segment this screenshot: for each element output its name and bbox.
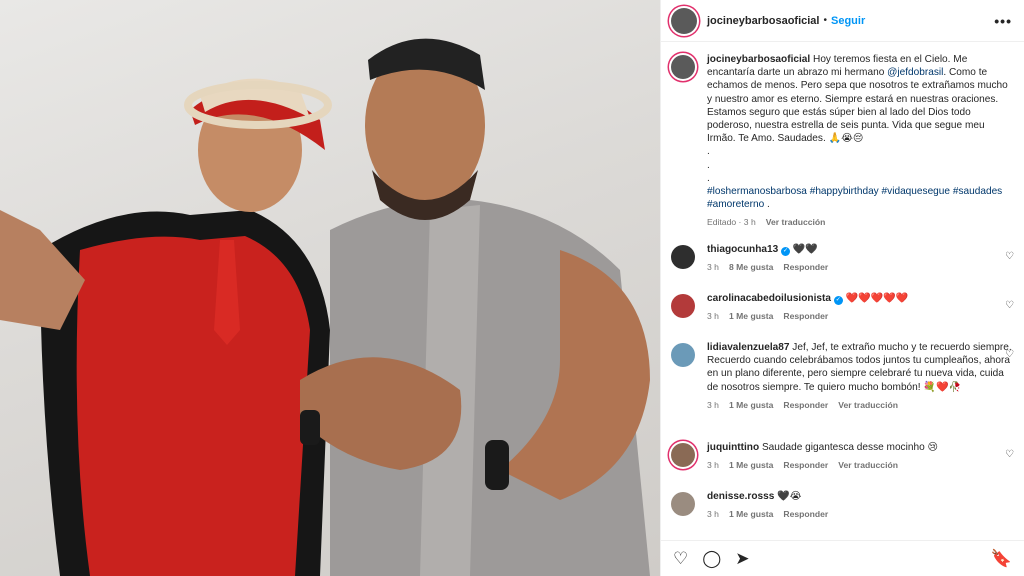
- translate-link[interactable]: Ver traducción: [766, 216, 826, 229]
- commenter-username[interactable]: carolinacabedoilusionista: [707, 293, 831, 304]
- share-icon[interactable]: ➤: [735, 549, 749, 569]
- edited-time: Editado · 3 h: [707, 217, 756, 228]
- commenter-avatar[interactable]: [671, 343, 695, 367]
- verified-badge-icon: ✓: [781, 247, 791, 256]
- like-comment-heart-icon[interactable]: ♡: [1005, 251, 1014, 262]
- post-photo[interactable]: [0, 0, 660, 576]
- comment-meta: 3 h 1 Me gusta Responder Ver traducción: [707, 399, 1014, 412]
- comment-icon[interactable]: ◯: [702, 549, 721, 569]
- comment-time: 3 h: [707, 509, 719, 520]
- comment-text: ❤️❤️❤️❤️❤️: [845, 293, 909, 304]
- caption-trailing: .: [767, 199, 770, 211]
- comment-meta: 3 h 1 Me gusta Responder: [707, 310, 1014, 323]
- more-options-icon[interactable]: •••: [994, 13, 1012, 29]
- comment-body: juquinttino Saudade gigantesca desse moc…: [707, 441, 1014, 472]
- comment-time: 3 h: [707, 262, 719, 273]
- caption-dot-3: .: [707, 172, 710, 184]
- translate-link[interactable]: Ver traducción: [838, 459, 898, 472]
- comment-likes[interactable]: 8 Me gusta: [729, 261, 773, 274]
- commenter-username[interactable]: denisse.rosss: [707, 491, 774, 502]
- caption-dot-2: .: [707, 159, 710, 171]
- commenter-avatar[interactable]: [671, 245, 695, 269]
- comment-row: thiagocunha13 ✓ 🖤🖤 3 h 8 Me gusta Respon…: [661, 243, 1024, 274]
- comment-time: 3 h: [707, 460, 719, 471]
- comment-time: 3 h: [707, 311, 719, 322]
- commenter-username[interactable]: thiagocunha13: [707, 244, 778, 255]
- comments-feed[interactable]: jocineybarbosaoficial Hoy teremos fiesta…: [661, 43, 1024, 532]
- commenter-username[interactable]: lidiavalenzuela87: [707, 342, 789, 353]
- comment-text: Saudade gigantesca desse mocinho 😢: [761, 442, 939, 453]
- commenter-avatar[interactable]: [671, 443, 695, 467]
- comment-text: 🖤😭: [777, 491, 802, 502]
- caption-dot-1: .: [707, 146, 710, 158]
- comment-row: lidiavalenzuela87 Jef, Jef, te extraño m…: [661, 341, 1024, 412]
- post-header: jocineybarbosaoficial • Seguir •••: [661, 0, 1024, 42]
- reply-button[interactable]: Responder: [783, 261, 828, 274]
- follow-button[interactable]: Seguir: [831, 15, 865, 27]
- hashtag[interactable]: #happybirthday: [810, 186, 879, 197]
- comment-row: denisse.rosss 🖤😭 3 h 1 Me gusta Responde…: [661, 490, 1024, 521]
- verified-badge-icon: ✓: [833, 296, 843, 305]
- translate-link[interactable]: Ver traducción: [838, 399, 898, 412]
- hashtag[interactable]: #vidaquesegue: [882, 186, 950, 197]
- caption-mention[interactable]: @jefdobrasil: [887, 67, 943, 78]
- comment-meta: 3 h 8 Me gusta Responder: [707, 261, 1014, 274]
- caption-avatar[interactable]: [671, 55, 695, 79]
- comment-time: 3 h: [707, 399, 719, 410]
- reply-button[interactable]: Responder: [783, 310, 828, 323]
- comment-body: lidiavalenzuela87 Jef, Jef, te extraño m…: [707, 341, 1014, 412]
- comment-meta: 3 h 1 Me gusta Responder: [707, 508, 1014, 521]
- comment-row: carolinacabedoilusionista ✓ ❤️❤️❤️❤️❤️ 3…: [661, 292, 1024, 323]
- caption-body: jocineybarbosaoficial Hoy teremos fiesta…: [707, 53, 1014, 230]
- author-avatar[interactable]: [671, 7, 697, 34]
- post-sidebar: jocineybarbosaoficial • Seguir ••• jocin…: [660, 0, 1024, 576]
- comment-row: juquinttino Saudade gigantesca desse moc…: [661, 441, 1024, 472]
- separator-dot: •: [823, 15, 827, 26]
- photo-illustration: [0, 38, 650, 576]
- comment-body: thiagocunha13 ✓ 🖤🖤 3 h 8 Me gusta Respon…: [707, 243, 1014, 274]
- comment-likes[interactable]: 1 Me gusta: [729, 508, 773, 521]
- comment-likes[interactable]: 1 Me gusta: [729, 459, 773, 472]
- like-comment-heart-icon[interactable]: ♡: [1005, 449, 1014, 460]
- comment-body: denisse.rosss 🖤😭 3 h 1 Me gusta Responde…: [707, 490, 1014, 521]
- author-username[interactable]: jocineybarbosaoficial: [707, 15, 819, 27]
- comment-body: carolinacabedoilusionista ✓ ❤️❤️❤️❤️❤️ 3…: [707, 292, 1014, 323]
- caption-hashtags: #loshermanosbarbosa #happybirthday #vida…: [707, 185, 1014, 211]
- reply-button[interactable]: Responder: [783, 399, 828, 412]
- like-comment-heart-icon[interactable]: ♡: [1005, 349, 1014, 360]
- comment-text: 🖤🖤: [792, 244, 818, 255]
- comment-likes[interactable]: 1 Me gusta: [729, 310, 773, 323]
- commenter-avatar[interactable]: [671, 492, 695, 516]
- reply-button[interactable]: Responder: [783, 459, 828, 472]
- caption-meta: Editado · 3 h Ver traducción: [707, 216, 1014, 229]
- hashtag[interactable]: #saudades: [953, 186, 1002, 197]
- comment-meta: 3 h 1 Me gusta Responder Ver traducción: [707, 459, 1014, 472]
- caption-row: jocineybarbosaoficial Hoy teremos fiesta…: [661, 53, 1024, 230]
- commenter-avatar[interactable]: [671, 294, 695, 318]
- caption-username[interactable]: jocineybarbosaoficial: [707, 54, 810, 65]
- like-heart-icon[interactable]: ♡: [673, 549, 688, 569]
- like-comment-heart-icon[interactable]: ♡: [1005, 300, 1014, 311]
- hashtag[interactable]: #amoreterno: [707, 199, 764, 210]
- caption-text-2: . Como te echamos de menos. Pero sepa qu…: [707, 67, 1008, 145]
- commenter-username[interactable]: juquinttino: [707, 442, 759, 453]
- reply-button[interactable]: Responder: [783, 508, 828, 521]
- post-actions-bar: ♡ ◯ ➤ 🔖: [661, 540, 1024, 576]
- bookmark-icon[interactable]: 🔖: [991, 549, 1012, 569]
- hashtag[interactable]: #loshermanosbarbosa: [707, 186, 807, 197]
- comment-likes[interactable]: 1 Me gusta: [729, 399, 773, 412]
